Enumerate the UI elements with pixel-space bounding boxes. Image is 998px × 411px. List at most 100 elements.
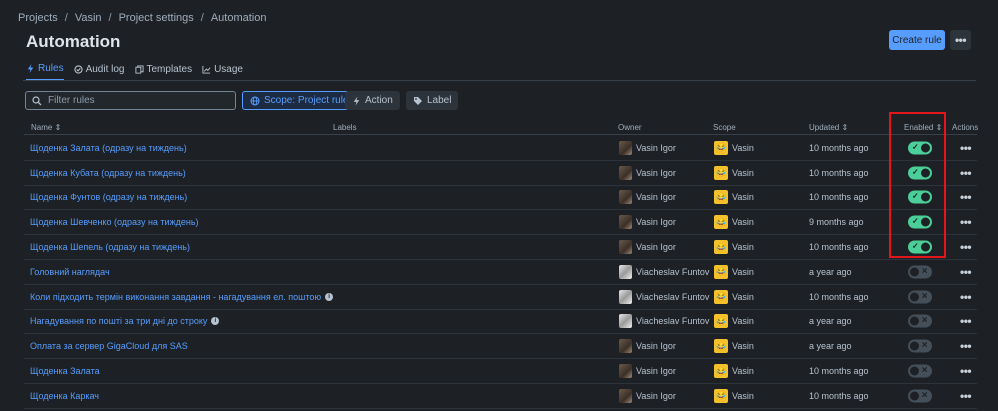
updated-cell: a year ago (809, 341, 852, 352)
more-actions-icon[interactable]: ••• (960, 314, 972, 328)
owner-cell: Viacheslav Funtov (619, 289, 710, 304)
enabled-toggle[interactable]: ✕ (908, 265, 932, 279)
more-actions-icon[interactable]: ••• (960, 240, 972, 254)
more-actions-icon[interactable]: ••• (960, 290, 972, 304)
more-actions-icon[interactable]: ••• (960, 190, 972, 204)
tab-audit-log[interactable]: Audit log (73, 63, 125, 81)
breadcrumb-project-settings[interactable]: Project settings (119, 12, 194, 24)
more-actions-icon[interactable]: ••• (960, 389, 972, 403)
row-actions-cell: ••• (960, 141, 972, 155)
rule-name-link[interactable]: Щоденка Фунтов (одразу на тиждень) (30, 192, 187, 202)
table-row: Оплата за сервер GigaCloud для SAS Vasin … (24, 334, 977, 360)
more-actions-icon[interactable]: ••• (960, 215, 972, 229)
row-actions-cell: ••• (960, 364, 972, 378)
bolt-icon (353, 96, 360, 105)
scope-cell: 😂 Vasin (714, 215, 754, 230)
updated-cell: a year ago (809, 316, 852, 327)
rule-name-link[interactable]: Оплата за сервер GigaCloud для SAS (30, 341, 188, 351)
enabled-toggle[interactable]: ✕ (908, 339, 932, 353)
info-icon[interactable]: i (211, 317, 220, 326)
updated-column-header[interactable]: Updated ⇕ (809, 123, 848, 132)
rule-name-link[interactable]: Коли підходить термін виконання завдання… (30, 292, 321, 302)
enabled-highlight-box (889, 112, 946, 258)
owner-cell: Vasin Igor (619, 140, 676, 155)
scope-cell: 😂 Vasin (714, 165, 754, 180)
table-row: Щоденка Шепель (одразу на тиждень) Vasin … (24, 235, 977, 260)
enabled-cell: ✕ (908, 265, 932, 279)
breadcrumb-separator: / (64, 12, 68, 24)
owner-cell: Vasin Igor (619, 364, 676, 379)
breadcrumb-automation[interactable]: Automation (211, 12, 267, 24)
more-actions-icon[interactable]: ••• (960, 166, 972, 180)
filter-rules-input[interactable] (48, 95, 228, 106)
more-actions-icon[interactable]: ••• (960, 141, 972, 155)
more-actions-icon[interactable]: ••• (960, 364, 972, 378)
scope-name: Vasin (732, 167, 754, 178)
breadcrumb-projects[interactable]: Projects (18, 12, 58, 24)
action-filter-button[interactable]: Action (345, 91, 400, 110)
more-actions-icon[interactable]: ••• (960, 265, 972, 279)
action-filter-label: Action (365, 95, 393, 106)
table-row: Щоденка Залата Vasin Igor 😂 Vasin 10 months … (24, 359, 977, 384)
page-title: Automation (26, 32, 121, 51)
toggle-knob (910, 366, 919, 376)
enabled-toggle[interactable]: ✕ (908, 364, 932, 378)
rule-name-link[interactable]: Щоденка Каркач (30, 391, 99, 401)
more-actions-icon[interactable]: ••• (960, 339, 972, 353)
rule-name-link[interactable]: Головний наглядач (30, 267, 110, 277)
more-icon: ••• (954, 33, 967, 47)
tab-usage-label: Usage (214, 64, 243, 75)
rule-name-link[interactable]: Щоденка Шепель (одразу на тиждень) (30, 242, 190, 252)
scope-name: Vasin (732, 192, 754, 203)
rule-name-link[interactable]: Щоденка Залата (одразу на тиждень) (30, 143, 187, 153)
owner-name: Vasin Igor (636, 390, 676, 401)
label-filter-button[interactable]: Label (406, 91, 459, 110)
copy-icon (134, 65, 144, 74)
owner-cell: Vasin Igor (619, 339, 676, 354)
updated-header-label: Updated (809, 123, 840, 132)
search-icon (32, 95, 42, 105)
x-icon: ✕ (921, 340, 928, 350)
tab-templates-label: Templates (146, 64, 193, 75)
scope-name: Vasin (732, 316, 754, 327)
table-header: Name ⇕ Labels Owner Scope Updated ⇕ Enab… (24, 120, 979, 135)
rule-name-link[interactable]: Нагадування по пошті за три дні до строк… (30, 316, 207, 326)
avatar (619, 314, 632, 329)
tab-rules[interactable]: Rules (26, 63, 64, 81)
scope-filter-button[interactable]: Scope: Project rules (242, 91, 362, 110)
owner-name: Viacheslav Funtov (636, 291, 710, 302)
table-row: Щоденка Каркач Vasin Igor 😂 Vasin 10 months … (24, 384, 977, 409)
enabled-toggle[interactable]: ✕ (908, 314, 932, 328)
scope-cell: 😂 Vasin (714, 240, 754, 255)
rule-name-link[interactable]: Щоденка Шевченко (одразу на тиждень) (30, 217, 199, 227)
project-icon: 😂 (714, 264, 728, 279)
updated-cell: 10 months ago (809, 291, 869, 302)
x-icon: ✕ (921, 291, 928, 301)
rule-name-link[interactable]: Щоденка Кубата (одразу на тиждень) (30, 168, 186, 178)
owner-cell: Vasin Igor (619, 388, 676, 403)
scope-cell: 😂 Vasin (714, 264, 754, 279)
tab-usage[interactable]: Usage (202, 63, 243, 81)
name-column-header[interactable]: Name ⇕ (31, 123, 61, 132)
sort-icon: ⇕ (841, 123, 849, 132)
info-icon[interactable]: i (325, 292, 334, 301)
filter-rules-field[interactable] (25, 91, 236, 110)
create-rule-button[interactable]: Create rule (889, 30, 945, 50)
avatar (619, 165, 632, 180)
actions-column-header: Actions (952, 123, 979, 132)
rule-name-cell: Щоденка Шевченко (одразу на тиждень) (30, 217, 199, 227)
owner-name: Vasin Igor (636, 217, 676, 228)
tab-templates[interactable]: Templates (134, 63, 193, 81)
enabled-toggle[interactable]: ✕ (908, 389, 932, 403)
enabled-toggle[interactable]: ✕ (908, 290, 932, 304)
rule-name-cell: Коли підходить термін виконання завдання… (30, 292, 334, 302)
rule-name-cell: Оплата за сервер GigaCloud для SAS (30, 341, 188, 351)
updated-cell: a year ago (809, 266, 852, 277)
breadcrumb-vasin[interactable]: Vasin (75, 12, 102, 24)
avatar (619, 240, 632, 255)
rule-name-link[interactable]: Щоденка Залата (30, 366, 100, 376)
row-actions-cell: ••• (960, 215, 972, 229)
more-options-button[interactable]: ••• (950, 30, 971, 50)
avatar (619, 140, 632, 155)
owner-cell: Viacheslav Funtov (619, 264, 709, 279)
